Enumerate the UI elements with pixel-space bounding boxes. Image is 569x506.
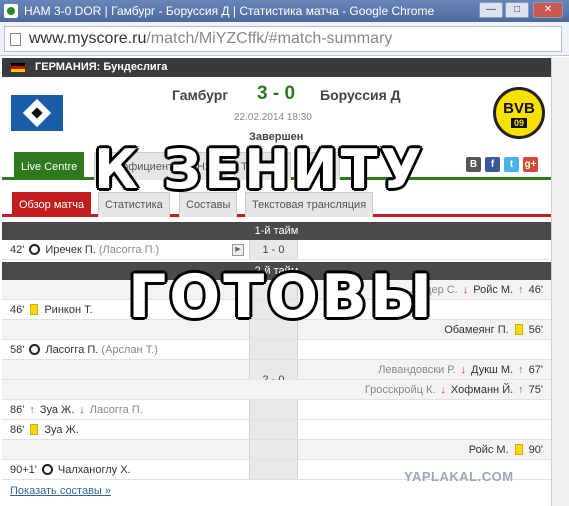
- site-favicon-icon: [4, 4, 18, 18]
- show-lineups-link[interactable]: Показать составы »: [10, 485, 111, 497]
- watermark: YAPLAKAL.COM: [404, 469, 514, 484]
- event-row: Гросскройц К. ↓ Хофманн Й. ↑ 75': [2, 380, 551, 400]
- sub-out-player[interactable]: Гросскройц К.: [365, 384, 436, 396]
- maximize-icon[interactable]: □: [505, 2, 529, 18]
- first-half-header: 1-й тайм: [2, 222, 551, 240]
- event-player[interactable]: Ройс М.: [469, 444, 509, 456]
- yellow-card-icon: [30, 423, 39, 435]
- league-label: ГЕРМАНИЯ: Бундеслига: [35, 61, 168, 73]
- twitter-icon[interactable]: t: [504, 157, 519, 172]
- event-assist[interactable]: (Ласогга П.): [99, 244, 159, 256]
- away-team[interactable]: Боруссия Д: [320, 87, 401, 103]
- page-icon: [10, 33, 21, 46]
- event-row: 42' Иречек П. (Ласогга П.) ▶ 1 - 0: [2, 240, 551, 260]
- sub-in-player[interactable]: Хофманн Й.: [451, 384, 513, 396]
- yellow-card-icon: [514, 443, 523, 455]
- video-play-icon[interactable]: ▶: [232, 244, 244, 256]
- url-text[interactable]: www.myscore.ru/match/MiYZCffk/#match-sum…: [29, 30, 392, 48]
- event-player[interactable]: Иречек П.: [45, 244, 95, 256]
- vk-icon[interactable]: В: [466, 157, 481, 172]
- event-assist[interactable]: (Арслан Т.): [101, 344, 158, 356]
- dortmund-logo[interactable]: BVB 09: [493, 87, 545, 139]
- event-row: 86' ↑ Зуа Ж. ↓ Ласогга П.: [2, 400, 551, 420]
- sub-out-arrow-icon: ↓: [460, 364, 467, 376]
- event-player[interactable]: Ласогга П.: [45, 344, 98, 356]
- sub-in-player[interactable]: Ройс М.: [473, 284, 513, 296]
- sub-in-arrow-icon: ↑: [518, 384, 524, 396]
- half-score: 1 - 0: [249, 240, 298, 259]
- goal-ball-icon: [29, 243, 41, 255]
- window-title: HAM 3-0 DOR | Гамбург - Боруссия Д | Ста…: [24, 4, 435, 18]
- yellow-card-icon: [514, 323, 523, 335]
- sub-out-arrow-icon: ↓: [440, 384, 446, 396]
- address-bar: www.myscore.ru/match/MiYZCffk/#match-sum…: [0, 22, 569, 56]
- sub-in-player[interactable]: Зуа Ж.: [40, 404, 74, 416]
- event-player[interactable]: Зуа Ж.: [44, 424, 78, 436]
- hamburg-logo[interactable]: [11, 95, 63, 131]
- match-datetime: 22.02.2014 18:30: [234, 112, 312, 123]
- url-field[interactable]: www.myscore.ru/match/MiYZCffk/#match-sum…: [4, 26, 562, 52]
- facebook-icon[interactable]: f: [485, 157, 500, 172]
- match-score: 3 - 0: [257, 83, 296, 104]
- home-team[interactable]: Гамбург: [172, 87, 228, 103]
- event-player[interactable]: Обамеянг П.: [444, 324, 508, 336]
- league-header[interactable]: ГЕРМАНИЯ: Бундеслига: [2, 58, 551, 77]
- sub-in-arrow-icon: ↑: [29, 404, 35, 416]
- sub-in-player[interactable]: Дукш М.: [471, 364, 513, 376]
- yellow-card-icon: [30, 303, 39, 315]
- google-plus-icon[interactable]: g+: [523, 157, 538, 172]
- sub-out-arrow-icon: ↓: [79, 404, 85, 416]
- sub-out-player[interactable]: Ласогга П.: [90, 404, 143, 416]
- event-row: Ройс М. 90': [2, 440, 551, 460]
- goal-ball-icon: [29, 343, 41, 355]
- event-player[interactable]: Ринкон Т.: [44, 304, 92, 316]
- tab-match-summary[interactable]: Обзор матча: [12, 192, 92, 217]
- event-player[interactable]: Чалханоглу Х.: [58, 464, 131, 476]
- germany-flag-icon: [11, 63, 25, 72]
- sub-in-arrow-icon: ↑: [518, 284, 524, 296]
- sub-out-player[interactable]: Левандовски Р.: [378, 364, 455, 376]
- event-row: 86' Зуа Ж.: [2, 420, 551, 440]
- minimize-icon[interactable]: —: [479, 2, 503, 18]
- sub-out-arrow-icon: ↓: [462, 284, 469, 296]
- overlay-caption-top: К ЗЕНИТУ: [94, 138, 426, 201]
- overlay-caption-bottom: ГОТОВЫ: [128, 262, 436, 332]
- window-titlebar: HAM 3-0 DOR | Гамбург - Боруссия Д | Ста…: [0, 0, 569, 22]
- event-row: 58' Ласогга П. (Арслан Т.): [2, 340, 551, 360]
- sub-in-arrow-icon: ↑: [518, 364, 524, 376]
- goal-ball-icon: [41, 463, 53, 475]
- page-scrollbar[interactable]: [551, 57, 569, 506]
- tab-live-centre[interactable]: Live Centre: [14, 152, 85, 180]
- event-row: 2 - 0 Левандовски Р.↓Дукш М.↑67': [2, 360, 551, 400]
- close-icon[interactable]: ✕: [533, 2, 563, 18]
